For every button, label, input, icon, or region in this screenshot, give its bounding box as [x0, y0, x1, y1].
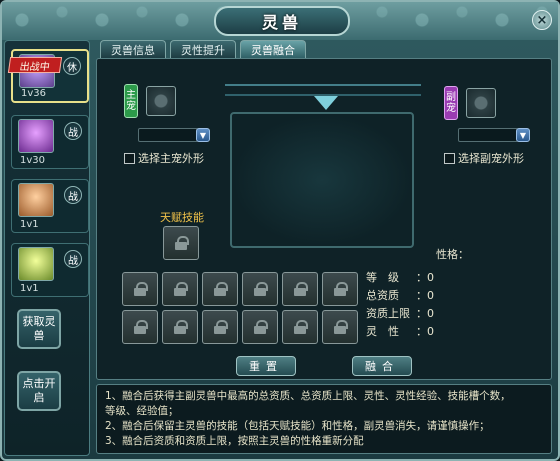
in-battle-ribbon: 出战中 — [7, 57, 63, 73]
tab-pet-info[interactable]: 灵兽信息 — [100, 40, 166, 58]
skill-slot[interactable] — [162, 310, 198, 344]
note-line: 2、融合后保留主灵兽的技能（包括天赋技能）和性格，副灵兽消失，请谨慎操作； — [105, 420, 490, 432]
lock-icon — [253, 282, 268, 296]
skill-slot[interactable] — [122, 272, 158, 306]
lock-icon — [213, 282, 228, 296]
lock-icon — [133, 282, 148, 296]
lock-icon — [213, 320, 228, 334]
battle-state-icon[interactable]: 战 — [64, 250, 82, 268]
open-slot-button[interactable]: 点击开启 — [17, 371, 61, 411]
stat-total-aptitude: 总资质 ：0 — [366, 286, 434, 304]
main-pet-appearance-checkbox[interactable] — [124, 152, 135, 164]
main-pet-appearance-option[interactable]: 选择主宠外形 — [124, 150, 204, 166]
title-plate: 灵兽 — [214, 6, 350, 36]
fuse-button[interactable]: 融合 — [352, 356, 412, 376]
pet-level: 1v1 — [20, 219, 39, 230]
skill-slot[interactable] — [322, 272, 358, 306]
stat-level: 等 级 ：0 — [366, 268, 434, 286]
pet-portrait — [18, 119, 54, 153]
sub-pet-appearance-option[interactable]: 选择副宠外形 — [444, 150, 524, 166]
stat-aptitude-cap: 资质上限 ：0 — [366, 304, 434, 322]
tab-spirit-upgrade[interactable]: 灵性提升 — [170, 40, 236, 58]
sub-pet-slot[interactable] — [466, 88, 496, 118]
sub-pet-appearance-label: 选择副宠外形 — [458, 152, 524, 165]
skill-slot[interactable] — [282, 310, 318, 344]
pet-portrait — [18, 183, 54, 217]
talent-skill-label: 天赋技能 — [160, 211, 204, 224]
skill-slot[interactable] — [202, 310, 238, 344]
lock-icon — [293, 282, 308, 296]
tab-pet-fusion[interactable]: 灵兽融合 — [240, 40, 306, 58]
stat-value: ：0 — [416, 271, 434, 284]
skill-slot[interactable] — [162, 272, 198, 306]
skill-slot[interactable] — [242, 310, 278, 344]
flow-lines — [225, 84, 421, 96]
battle-state-icon[interactable]: 战 — [64, 186, 82, 204]
lock-icon — [253, 320, 268, 334]
battle-state-icon[interactable]: 战 — [64, 122, 82, 140]
pet-slot-2[interactable]: 战 1v30 — [11, 115, 89, 169]
main-pet-dropdown[interactable] — [138, 128, 198, 142]
pet-portrait — [18, 247, 54, 281]
stat-label: 总资质 — [366, 289, 399, 302]
pet-level: 1v30 — [20, 155, 46, 166]
stat-value: ：0 — [416, 307, 434, 320]
tab-bar: 灵兽信息 灵性提升 灵兽融合 — [100, 40, 306, 58]
pet-slot-4[interactable]: 战 1v1 — [11, 243, 89, 297]
pet-slot-1[interactable]: 出战中 休 1v36 — [7, 49, 89, 103]
skill-slot[interactable] — [202, 272, 238, 306]
note-line: 3、融合后资质和资质上限，按照主灵兽的性格重新分配 — [105, 435, 364, 447]
skill-slot[interactable] — [242, 272, 278, 306]
fusion-notes: 1、融合后获得主副灵兽中最高的总资质、总资质上限、灵性、灵性经验、技能槽个数， … — [96, 384, 552, 454]
stat-value: ：0 — [416, 325, 434, 338]
lock-icon — [293, 320, 308, 334]
note-line: 等级、经验值； — [105, 405, 179, 417]
fusion-preview — [230, 112, 414, 248]
reset-button[interactable]: 重置 — [236, 356, 296, 376]
window-title: 灵兽 — [261, 13, 302, 32]
stat-label: 资质上限 — [366, 307, 410, 320]
close-button[interactable]: × — [532, 10, 552, 30]
talent-skill-slot[interactable] — [163, 226, 199, 260]
personality-label: 性格： — [436, 248, 469, 261]
chevron-down-icon[interactable]: ▼ — [516, 128, 530, 142]
stat-label: 等 级 — [366, 271, 399, 284]
stat-label: 灵 性 — [366, 325, 399, 338]
pet-level: 1v36 — [21, 88, 47, 99]
skill-slot[interactable] — [282, 272, 318, 306]
stat-spirit: 灵 性 ：0 — [366, 322, 434, 340]
pet-slot-3[interactable]: 战 1v1 — [11, 179, 89, 233]
lock-icon — [173, 320, 188, 334]
chevron-down-icon[interactable]: ▼ — [196, 128, 210, 142]
sub-pet-dropdown[interactable] — [458, 128, 518, 142]
lock-icon — [333, 320, 348, 334]
stats-list: 等 级 ：0 总资质 ：0 资质上限 ：0 灵 性 ：0 — [366, 268, 434, 340]
note-line: 1、融合后获得主副灵兽中最高的总资质、总资质上限、灵性、灵性经验、技能槽个数， — [105, 390, 511, 402]
skill-slot[interactable] — [122, 310, 158, 344]
main-pet-appearance-label: 选择主宠外形 — [138, 152, 204, 165]
arrow-down-icon — [314, 96, 338, 110]
pet-level: 1v1 — [20, 283, 39, 294]
lock-icon — [333, 282, 348, 296]
pet-list: 出战中 休 1v36 战 1v30 战 1v1 战 1v1 获取灵兽 点击开启 — [4, 40, 90, 456]
get-pet-button[interactable]: 获取灵兽 — [17, 309, 61, 349]
skill-slot[interactable] — [322, 310, 358, 344]
sub-pet-appearance-checkbox[interactable] — [444, 152, 455, 164]
main-pet-tag: 主宠 — [124, 84, 138, 118]
lock-icon — [133, 320, 148, 334]
stat-value: ：0 — [416, 289, 434, 302]
lock-icon — [173, 282, 188, 296]
rest-state-icon[interactable]: 休 — [63, 57, 81, 75]
main-pet-slot[interactable] — [146, 86, 176, 116]
sub-pet-tag: 副宠 — [444, 86, 458, 120]
lock-icon — [174, 236, 189, 250]
